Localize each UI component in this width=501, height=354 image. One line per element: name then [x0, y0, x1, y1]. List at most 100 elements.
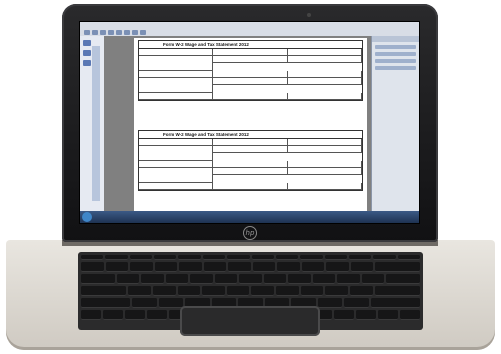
comment-icon[interactable]: [140, 29, 146, 35]
arrow-down-key[interactable]: [377, 310, 398, 320]
key[interactable]: [361, 274, 385, 284]
key[interactable]: [129, 255, 153, 260]
w2-field[interactable]: [213, 168, 288, 175]
w2-field[interactable]: [139, 168, 214, 183]
ctrl-key[interactable]: [81, 310, 102, 320]
panel-item[interactable]: [375, 59, 416, 63]
caps-lock-key[interactable]: [81, 286, 127, 296]
key[interactable]: [350, 262, 373, 272]
email-icon[interactable]: [108, 29, 114, 35]
w2-field[interactable]: [287, 78, 362, 85]
key[interactable]: [190, 274, 213, 284]
shift-key[interactable]: [81, 298, 131, 308]
zoom-in-icon[interactable]: [124, 29, 130, 35]
w2-field[interactable]: [287, 139, 362, 146]
key[interactable]: [397, 255, 421, 260]
key[interactable]: [325, 286, 349, 296]
key[interactable]: [277, 262, 300, 272]
key[interactable]: [81, 255, 104, 260]
key[interactable]: [177, 286, 201, 296]
key[interactable]: [214, 274, 238, 284]
key[interactable]: [116, 274, 140, 284]
key[interactable]: [344, 298, 369, 308]
w2-field[interactable]: [287, 161, 362, 168]
key[interactable]: [152, 286, 176, 296]
key[interactable]: [275, 255, 299, 260]
key[interactable]: [128, 286, 151, 296]
w2-field[interactable]: [287, 168, 362, 175]
w2-field[interactable]: [287, 146, 362, 153]
key[interactable]: [312, 274, 336, 284]
key[interactable]: [263, 274, 287, 284]
key[interactable]: [81, 262, 104, 272]
key[interactable]: [300, 286, 324, 296]
panel-item[interactable]: [375, 66, 416, 70]
key[interactable]: [239, 274, 262, 284]
key[interactable]: [326, 262, 349, 272]
key[interactable]: [324, 255, 347, 260]
key[interactable]: [386, 274, 420, 284]
w2-field[interactable]: [139, 183, 214, 190]
key[interactable]: [300, 255, 323, 260]
w2-field[interactable]: [287, 49, 362, 56]
key[interactable]: [130, 262, 153, 272]
key[interactable]: [337, 274, 360, 284]
pages-icon[interactable]: [83, 40, 91, 46]
enter-key[interactable]: [374, 286, 420, 296]
key[interactable]: [348, 255, 372, 260]
bookmarks-icon[interactable]: [83, 50, 91, 56]
key[interactable]: [228, 262, 251, 272]
w2-field[interactable]: [213, 161, 288, 168]
key[interactable]: [132, 298, 157, 308]
key[interactable]: [373, 255, 396, 260]
save-icon[interactable]: [92, 29, 98, 35]
print-icon[interactable]: [100, 29, 106, 35]
w2-field[interactable]: [213, 56, 288, 63]
page-nav-icon[interactable]: [132, 29, 138, 35]
key[interactable]: [252, 262, 275, 272]
w2-field[interactable]: [213, 71, 288, 78]
w2-field[interactable]: [139, 93, 214, 100]
fn-key[interactable]: [103, 310, 124, 320]
arrow-left-key[interactable]: [355, 310, 376, 320]
w2-field[interactable]: [287, 93, 362, 100]
w2-field[interactable]: [213, 93, 288, 100]
key[interactable]: [178, 255, 201, 260]
w2-field[interactable]: [139, 78, 214, 93]
key[interactable]: [154, 262, 177, 272]
w2-field[interactable]: [213, 183, 288, 190]
key[interactable]: [179, 262, 202, 272]
start-button[interactable]: [82, 212, 92, 222]
shift-key[interactable]: [370, 298, 420, 308]
windows-key[interactable]: [125, 310, 146, 320]
ctrl-key[interactable]: [333, 310, 354, 320]
key[interactable]: [251, 286, 275, 296]
touchpad[interactable]: [180, 306, 320, 336]
open-icon[interactable]: [84, 29, 90, 35]
attachments-icon[interactable]: [83, 60, 91, 66]
w2-field[interactable]: [213, 49, 288, 56]
key[interactable]: [276, 286, 299, 296]
w2-field[interactable]: [287, 56, 362, 63]
key[interactable]: [165, 274, 189, 284]
key[interactable]: [288, 274, 311, 284]
w2-field[interactable]: [213, 78, 288, 85]
key[interactable]: [154, 255, 177, 260]
arrow-right-key[interactable]: [399, 310, 420, 320]
key[interactable]: [105, 255, 128, 260]
key[interactable]: [251, 255, 274, 260]
w2-field[interactable]: [139, 161, 214, 168]
w2-field[interactable]: [139, 146, 214, 161]
key[interactable]: [227, 255, 250, 260]
alt-key[interactable]: [147, 310, 168, 320]
w2-field[interactable]: [213, 139, 288, 146]
key[interactable]: [158, 298, 184, 308]
w2-field[interactable]: [287, 183, 362, 190]
w2-field[interactable]: [139, 49, 214, 56]
w2-field[interactable]: [287, 71, 362, 78]
w2-field[interactable]: [139, 71, 214, 78]
zoom-out-icon[interactable]: [116, 29, 122, 35]
key[interactable]: [226, 286, 250, 296]
key[interactable]: [202, 255, 226, 260]
backspace-key[interactable]: [375, 262, 420, 272]
